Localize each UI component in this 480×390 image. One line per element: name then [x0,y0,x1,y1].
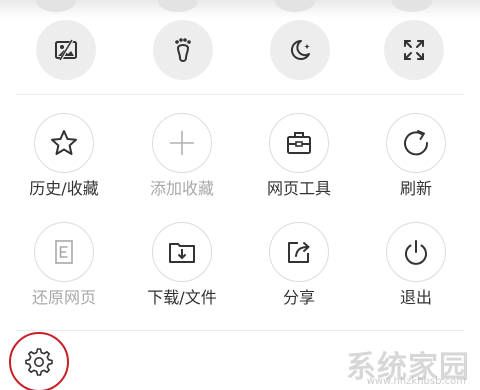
fullscreen-button[interactable] [384,20,444,80]
divider [16,94,464,95]
exit-button[interactable]: 退出 [361,222,471,317]
refresh-label: 刷新 [399,179,432,198]
plus-icon [170,131,194,155]
footprint-icon [175,38,191,62]
exit-label: 退出 [399,288,432,307]
star-icon [51,130,77,155]
top-edge [0,0,480,18]
refresh-icon [404,130,429,156]
restore-page-label: 还原网页 [31,288,96,307]
share-button[interactable]: 分享 [244,222,354,317]
no-image-icon [55,38,77,62]
footprint-button[interactable] [153,20,213,80]
add-favorite-button[interactable]: 添加收藏 [127,113,237,208]
no-image-mode-button[interactable] [36,20,96,80]
share-label: 分享 [282,288,315,307]
quick-actions-row [0,20,480,80]
history-favorites-button[interactable]: 历史/收藏 [9,113,119,208]
web-tools-button[interactable]: 网页工具 [244,113,354,208]
gear-icon [25,348,53,376]
restore-page-icon [55,240,73,264]
history-favorites-label: 历史/收藏 [29,179,99,198]
toolbox-icon [287,132,311,154]
share-icon [288,242,310,263]
refresh-button[interactable]: 刷新 [361,113,471,208]
fullscreen-icon [404,40,424,60]
watermark-url: www.hnzkhbsb.com [366,376,466,387]
restore-page-button[interactable]: 还原网页 [9,222,119,317]
download-folder-icon [169,243,195,263]
downloads-files-button[interactable]: 下载/文件 [127,222,237,317]
add-favorite-label: 添加收藏 [149,179,214,198]
web-tools-label: 网页工具 [266,179,331,198]
settings-button[interactable] [9,332,69,390]
browser-menu-panel: 历史/收藏 添加收藏 网页工具 刷新 还原网页 下载/文件 分享 退出 系统家园… [0,0,480,390]
power-icon [405,240,427,265]
night-mode-icon [290,39,310,60]
divider [16,330,464,331]
night-mode-button[interactable] [270,20,330,80]
downloads-files-label: 下载/文件 [147,288,217,307]
